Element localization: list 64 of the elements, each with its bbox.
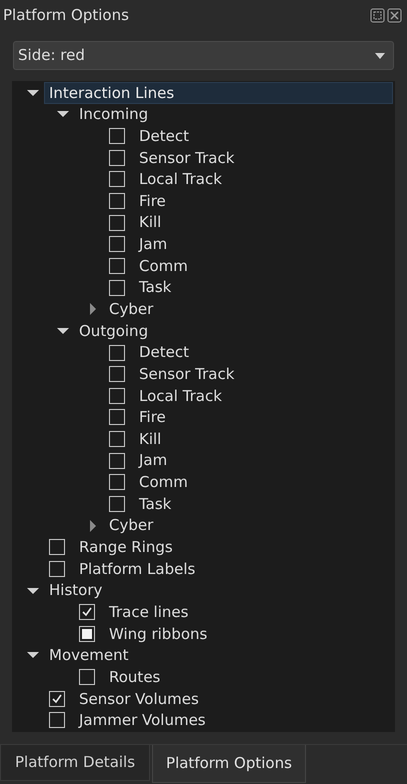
checkmark-icon [81,606,93,618]
tree-item[interactable]: Trace lines [74,601,393,624]
checkbox[interactable] [109,214,125,231]
tree-item[interactable]: Task [104,276,393,298]
checkbox[interactable] [109,280,125,296]
tree-item[interactable]: Comm [104,472,393,494]
checkbox[interactable] [109,236,125,252]
tree-item[interactable]: Fire [104,406,393,428]
checkbox[interactable] [49,560,65,577]
checkbox[interactable] [109,366,125,382]
window-title: Platform Options [3,4,129,26]
expand-arrow-icon[interactable] [87,303,99,316]
tree-item[interactable]: Range Rings [44,536,393,558]
tree-item[interactable]: Jam [104,233,393,256]
checkmark-icon [51,692,63,705]
tree-item[interactable]: Task [104,493,393,515]
checkbox[interactable] [109,431,125,448]
tree-item[interactable]: Platform Labels [44,558,393,580]
tab[interactable]: Platform Options [152,745,306,783]
tree-item[interactable]: History [44,580,393,602]
close-icon[interactable] [387,8,402,22]
checkbox[interactable] [109,171,125,188]
checkbox[interactable] [79,604,95,620]
checkbox[interactable] [49,690,65,707]
checkbox[interactable] [109,409,125,426]
checkbox[interactable] [109,496,125,512]
checkbox[interactable] [109,150,125,166]
tree-item[interactable]: Outgoing [74,320,393,342]
checkbox[interactable] [109,388,125,404]
tree-item[interactable]: Jam [104,450,393,472]
tree-item[interactable]: Kill [104,212,393,234]
tree-item[interactable]: Routes [74,666,393,688]
checkbox[interactable] [109,474,125,490]
tree-item[interactable]: Detect [104,125,393,147]
tree-item[interactable]: Interaction Lines [44,82,393,104]
checkbox[interactable] [109,258,125,274]
tree-item[interactable]: Jammer Volumes [44,710,393,732]
tree-item[interactable]: Sensor Track [104,146,393,169]
tree-item[interactable]: Incoming [74,104,393,126]
tree-item[interactable]: Kill [104,428,393,450]
tree-item[interactable]: Local Track [104,384,393,407]
checkbox[interactable] [49,712,65,728]
tab[interactable]: Platform Details [0,745,150,781]
tree-item[interactable]: Local Track [104,168,393,190]
checkbox[interactable] [109,128,125,144]
checkbox[interactable] [79,626,95,642]
tree-item[interactable]: Cyber [104,514,393,536]
float-icon[interactable] [370,8,385,22]
tree-item[interactable]: Comm [104,255,393,277]
side-dropdown[interactable]: Side: red [13,41,394,70]
checkbox[interactable] [79,669,95,686]
tree-item[interactable]: Movement [44,644,393,666]
tree-item[interactable]: Fire [104,190,393,212]
checkbox[interactable] [109,344,125,360]
tree-item[interactable]: Wing ribbons [74,623,393,645]
tree-item[interactable]: Sensor Track [104,363,393,385]
tree-item[interactable]: Cyber [104,298,393,320]
checkbox[interactable] [109,452,125,469]
tree-item[interactable]: Sensor Volumes [44,688,393,710]
checkbox[interactable] [49,539,65,556]
dropdown-caret-icon [375,52,385,58]
tree-item[interactable]: Detect [104,342,393,364]
expand-arrow-icon[interactable] [87,520,99,532]
checkbox[interactable] [109,193,125,210]
